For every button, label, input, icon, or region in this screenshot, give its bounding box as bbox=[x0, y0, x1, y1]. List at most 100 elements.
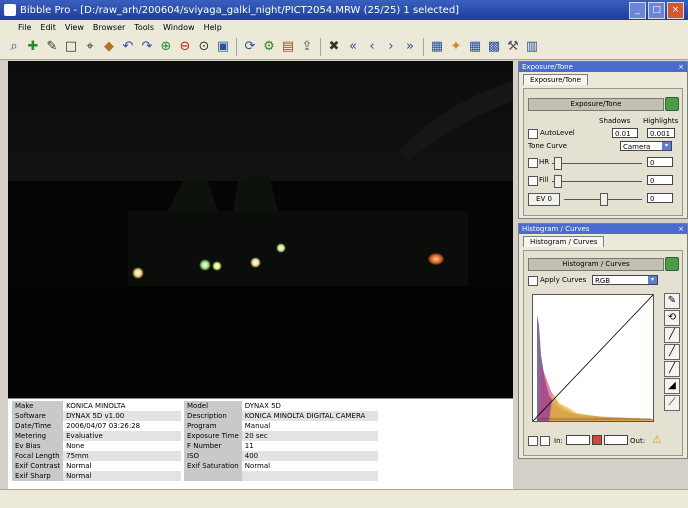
eyedropper-icon[interactable]: ✎ bbox=[664, 293, 680, 309]
gray-point-icon[interactable]: ╱ bbox=[664, 344, 680, 360]
metadata-value: Normal bbox=[244, 462, 271, 470]
zoom-fit-icon[interactable]: ⊙ bbox=[196, 39, 212, 55]
menu-file[interactable]: File bbox=[18, 23, 31, 32]
tools-icon[interactable]: ⚒ bbox=[505, 39, 521, 55]
histogram-curve-graph[interactable] bbox=[532, 294, 654, 422]
highlights-label: Highlights bbox=[643, 117, 679, 125]
metadata-table-left: Make KONICA MINOLTA Software DYNAX 5D v1.0… bbox=[12, 401, 182, 481]
hr-checkbox[interactable] bbox=[528, 158, 538, 168]
metadata-row: Metering Evaluative bbox=[12, 431, 182, 441]
apply-curves-label: Apply Curves bbox=[540, 276, 587, 284]
title-bar: Bibble Pro - [D:/raw_arh/200604/sviyaga_… bbox=[0, 0, 688, 20]
linear-curve-icon[interactable]: ⟋ bbox=[664, 395, 680, 411]
tag-icon[interactable]: ✦ bbox=[448, 39, 464, 55]
ev-input[interactable]: 0 bbox=[647, 193, 673, 203]
metadata-row: Description KONICA MINOLTA DIGITAL CAMERA bbox=[184, 411, 378, 421]
first-icon[interactable]: « bbox=[345, 39, 361, 55]
autolevel-checkbox[interactable] bbox=[528, 129, 538, 139]
maximize-button[interactable]: □ bbox=[648, 2, 665, 19]
exposure-panel-titlebar[interactable]: Exposure/Tone × bbox=[519, 62, 687, 72]
histogram-panel-titlebar[interactable]: Histogram / Curves × bbox=[519, 224, 687, 234]
histogram-option-1-checkbox[interactable] bbox=[528, 436, 538, 446]
fit-window-icon[interactable]: ▣ bbox=[215, 39, 231, 55]
ev-reset-button[interactable]: EV 0 bbox=[528, 193, 560, 206]
delete-icon[interactable]: ✖ bbox=[326, 39, 342, 55]
light-glow bbox=[199, 259, 211, 271]
metadata-label: Make bbox=[12, 401, 64, 411]
menu-bar: File Edit View Browser Tools Window Help bbox=[0, 20, 688, 34]
in-value-marker[interactable] bbox=[592, 435, 602, 445]
hr-slider-track[interactable] bbox=[552, 163, 642, 164]
color-icon[interactable]: ◆ bbox=[101, 39, 117, 55]
metadata-value: None bbox=[66, 442, 85, 450]
photo-scene bbox=[8, 81, 513, 398]
pen-icon[interactable]: ✎ bbox=[44, 39, 60, 55]
menu-help[interactable]: Help bbox=[204, 23, 222, 32]
menu-browser[interactable]: Browser bbox=[93, 23, 125, 32]
hr-input[interactable]: 0 bbox=[647, 157, 673, 167]
image-viewer[interactable] bbox=[8, 61, 513, 398]
metadata-row: Make KONICA MINOLTA bbox=[12, 401, 181, 411]
menu-edit[interactable]: Edit bbox=[40, 23, 56, 32]
last-icon[interactable]: » bbox=[402, 39, 418, 55]
layout-icon[interactable]: ▦ bbox=[429, 39, 445, 55]
metadata-value: KONICA MINOLTA bbox=[66, 402, 126, 410]
out-input[interactable] bbox=[604, 435, 628, 445]
zoom-tool-icon[interactable]: ⌖ bbox=[82, 39, 98, 55]
fill-checkbox[interactable] bbox=[528, 176, 538, 186]
section-toggle-icon[interactable] bbox=[665, 97, 679, 111]
metadata-row: ISO 400 bbox=[184, 451, 378, 461]
metadata-label: F Number bbox=[184, 441, 242, 451]
curve-shape-icon[interactable]: ◢ bbox=[664, 378, 680, 394]
refresh-icon[interactable]: ⟳ bbox=[242, 39, 258, 55]
fill-input[interactable]: 0 bbox=[647, 175, 673, 185]
tone-curve-label: Tone Curve bbox=[528, 142, 567, 150]
tab-exposure-tone[interactable]: Exposure/Tone bbox=[523, 74, 588, 85]
shadows-input[interactable]: 0.01 bbox=[612, 128, 638, 138]
menu-tools[interactable]: Tools bbox=[134, 23, 154, 32]
prev-icon[interactable]: ‹ bbox=[364, 39, 380, 55]
zoom-out-icon[interactable]: ⊖ bbox=[177, 39, 193, 55]
menu-window[interactable]: Window bbox=[163, 23, 195, 32]
light-glow bbox=[212, 261, 222, 271]
close-icon[interactable]: × bbox=[678, 62, 684, 72]
in-input[interactable] bbox=[566, 435, 590, 445]
menu-view[interactable]: View bbox=[65, 23, 84, 32]
histogram-option-2-checkbox[interactable] bbox=[540, 436, 550, 446]
export-icon[interactable]: ⇪ bbox=[299, 39, 315, 55]
fill-slider-track[interactable] bbox=[552, 181, 642, 182]
close-icon[interactable]: × bbox=[678, 224, 684, 234]
exposure-tone-panel: Exposure/Tone × Exposure/Tone Exposure/T… bbox=[518, 61, 688, 219]
next-icon[interactable]: › bbox=[383, 39, 399, 55]
zoom-in-icon[interactable]: ⌕ bbox=[6, 39, 22, 55]
black-point-icon[interactable]: ╱ bbox=[664, 327, 680, 343]
crop-icon[interactable]: □ bbox=[63, 39, 79, 55]
grid-icon[interactable]: ▦ bbox=[467, 39, 483, 55]
section-toggle-icon[interactable] bbox=[665, 257, 679, 271]
add-icon[interactable]: ✚ bbox=[25, 39, 41, 55]
zoom-in-2-icon[interactable]: ⊕ bbox=[158, 39, 174, 55]
apply-curves-checkbox[interactable] bbox=[528, 276, 538, 286]
fill-slider-thumb[interactable] bbox=[554, 175, 562, 188]
minimize-button[interactable]: _ bbox=[629, 2, 646, 19]
close-button[interactable]: × bbox=[667, 2, 684, 19]
settings-icon[interactable]: ⚙ bbox=[261, 39, 277, 55]
ev-slider-thumb[interactable] bbox=[600, 193, 608, 206]
hr-slider-thumb[interactable] bbox=[554, 157, 562, 170]
stack-icon[interactable]: ▥ bbox=[524, 39, 540, 55]
histogram-section-header[interactable]: Histogram / Curves bbox=[528, 258, 664, 271]
channel-select[interactable]: RGB ▾ bbox=[592, 275, 658, 285]
white-point-icon[interactable]: ╱ bbox=[664, 361, 680, 377]
tone-curve-select[interactable]: Camera ▾ bbox=[620, 141, 672, 151]
highlights-input[interactable]: 0.001 bbox=[647, 128, 675, 138]
batch-icon[interactable]: ▤ bbox=[280, 39, 296, 55]
reset-curve-icon[interactable]: ⟲ bbox=[664, 310, 680, 326]
exposure-section-header[interactable]: Exposure/Tone bbox=[528, 98, 664, 111]
chevron-down-icon: ▾ bbox=[648, 276, 657, 284]
rotate-right-icon[interactable]: ↷ bbox=[139, 39, 155, 55]
folder-icon[interactable]: ▩ bbox=[486, 39, 502, 55]
app-icon bbox=[4, 4, 16, 16]
tab-histogram-curves[interactable]: Histogram / Curves bbox=[523, 236, 605, 247]
warning-icon[interactable]: ⚠ bbox=[652, 433, 662, 446]
rotate-left-icon[interactable]: ↶ bbox=[120, 39, 136, 55]
